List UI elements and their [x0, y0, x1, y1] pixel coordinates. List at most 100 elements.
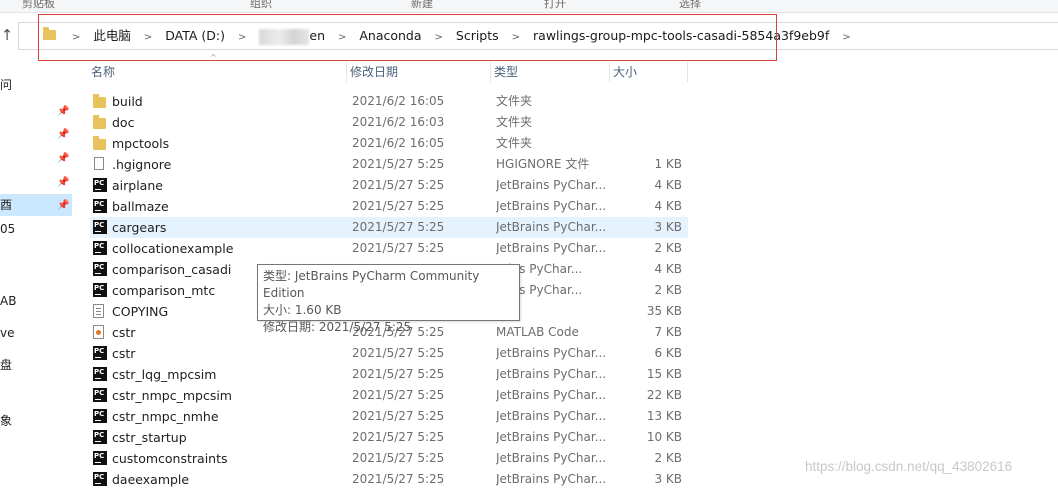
text-file-icon	[93, 304, 104, 318]
file-type: JetBrains PyChar...	[496, 178, 607, 192]
file-row[interactable]: cstr 2021/5/27 5:25 JetBrains PyChar... 6 K…	[90, 341, 688, 364]
pin-icon[interactable]: 📌	[57, 154, 69, 164]
file-list: 名称 修改日期 类型 大小 build 2021/6/2 16:05 文件夹 doc 2…	[88, 62, 1058, 488]
pycharm-file-icon	[93, 194, 107, 215]
file-row[interactable]: ballmaze 2021/5/27 5:25 JetBrains PyChar..…	[90, 194, 688, 217]
nav-item[interactable]: ve	[0, 322, 72, 344]
file-row[interactable]: airplane 2021/5/27 5:25 JetBrains PyChar..…	[90, 173, 688, 196]
pycharm-file-icon	[93, 467, 107, 488]
chevron-right-icon[interactable]: >	[144, 32, 152, 43]
chevron-right-icon[interactable]: >	[842, 32, 850, 43]
file-name: cstr_nmpc_mpcsim	[112, 388, 232, 403]
file-size: 15 KB	[646, 367, 682, 381]
file-modified: 2021/5/27 5:25	[352, 157, 445, 171]
file-modified: 2021/5/27 5:25	[352, 241, 445, 255]
crumb-scripts[interactable]: Scripts	[456, 28, 499, 43]
pin-icon[interactable]: 📌	[57, 178, 69, 188]
crumb-this-pc[interactable]: 此电脑	[93, 28, 131, 43]
file-name: comparison_casadi	[112, 262, 232, 277]
ribbon-group-select: 选择	[679, 0, 701, 10]
tooltip-size: 大小: 1.60 KB	[263, 303, 342, 317]
pycharm-file-icon	[93, 383, 107, 404]
file-row[interactable]: mpctools 2021/6/2 16:05 文件夹	[90, 133, 688, 154]
file-modified: 2021/5/27 5:25	[352, 388, 445, 402]
file-size: 2 KB	[654, 283, 682, 297]
address-row: ↑ > 此电脑 > DATA (D:) > en > Anaconda > Sc…	[0, 20, 1058, 50]
column-header-name[interactable]: 名称	[88, 62, 347, 82]
address-bar[interactable]: > 此电脑 > DATA (D:) > en > Anaconda > Scri…	[18, 22, 1058, 50]
file-type: JetBrains PyChar...	[496, 220, 607, 234]
file-row[interactable]: build 2021/6/2 16:05 文件夹	[90, 91, 688, 112]
file-type: JetBrains PyChar...	[496, 241, 607, 255]
pycharm-file-icon	[93, 404, 107, 425]
file-type: 文件夹	[496, 115, 533, 129]
nav-item[interactable]: 问	[0, 74, 72, 96]
chevron-right-icon[interactable]: >	[72, 32, 80, 43]
file-modified: 2021/5/27 5:25	[352, 430, 445, 444]
chevron-right-icon[interactable]: >	[435, 32, 443, 43]
crumb-anaconda[interactable]: Anaconda	[359, 28, 421, 43]
pin-icon[interactable]: 📌	[57, 201, 69, 211]
file-row[interactable]: doc 2021/6/2 16:03 文件夹	[90, 112, 688, 133]
file-modified: 2021/6/2 16:03	[352, 115, 445, 129]
file-row[interactable]: cstr_nmpc_nmhe 2021/5/27 5:25 JetBrains Py…	[90, 404, 688, 427]
file-name: cstr_nmpc_nmhe	[112, 409, 219, 424]
crumb-redacted-suffix: en	[309, 28, 325, 43]
nav-item-label: 问	[0, 78, 13, 92]
pycharm-file-icon	[93, 215, 107, 236]
crumb-data-drive[interactable]: DATA (D:)	[165, 28, 225, 43]
column-header-modified[interactable]: 修改日期	[347, 62, 491, 82]
file-size: 6 KB	[654, 346, 682, 360]
file-name: doc	[112, 115, 135, 130]
file-size: 4 KB	[654, 199, 682, 213]
pycharm-file-icon	[93, 362, 107, 383]
pin-icon[interactable]: 📌	[57, 107, 69, 117]
file-type: JetBrains PyChar...	[496, 388, 607, 402]
nav-item-label: AB	[0, 294, 17, 308]
sort-caret-icon: ^	[210, 53, 217, 62]
file-size: 7 KB	[654, 325, 682, 339]
folder-icon	[93, 94, 106, 108]
file-name: airplane	[112, 178, 163, 193]
file-size: 3 KB	[654, 220, 682, 234]
file-modified: 2021/6/2 16:05	[352, 94, 445, 108]
chevron-right-icon[interactable]: >	[238, 32, 246, 43]
file-row[interactable]: cstr_lqg_mpcsim 2021/5/27 5:25 JetBrains P…	[90, 362, 688, 385]
file-row[interactable]: cargears 2021/5/27 5:25 JetBrains PyChar..…	[90, 215, 688, 238]
file-row[interactable]: customconstraints 2021/5/27 5:25 JetBrains…	[90, 446, 688, 469]
pycharm-file-icon	[93, 257, 107, 278]
file-size: 10 KB	[646, 430, 682, 444]
file-row[interactable]: .hgignore 2021/5/27 5:25 HGIGNORE 文件 1 KB	[90, 154, 688, 175]
file-name: build	[112, 94, 143, 109]
crumb-redacted[interactable]: en	[259, 28, 325, 45]
file-name: collocationexample	[112, 241, 234, 256]
ribbon-group-open: 打开	[544, 0, 566, 10]
file-row[interactable]: collocationexample 2021/5/27 5:25 JetBrain…	[90, 236, 688, 259]
column-header-type[interactable]: 类型	[491, 62, 610, 82]
nav-item[interactable]: AB	[0, 290, 72, 312]
up-arrow-icon[interactable]: ↑	[0, 26, 14, 44]
ribbon-group-new: 新建	[411, 0, 433, 10]
file-row[interactable]: cstr_nmpc_mpcsim 2021/5/27 5:25 JetBrains …	[90, 383, 688, 406]
nav-item[interactable]: 象	[0, 410, 72, 432]
file-modified: 2021/6/2 16:05	[352, 136, 445, 150]
ribbon-group-clipboard: 剪贴板	[22, 0, 55, 10]
nav-item[interactable]: 盘	[0, 354, 72, 376]
pin-icon[interactable]: 📌	[57, 130, 69, 140]
file-size: 22 KB	[646, 388, 682, 402]
chevron-right-icon[interactable]: >	[512, 32, 520, 43]
file-name: COPYING	[112, 304, 169, 319]
nav-item[interactable]: 05	[0, 218, 72, 240]
file-name: customconstraints	[112, 451, 228, 466]
file-name: comparison_mtc	[112, 283, 216, 298]
file-modified: 2021/5/27 5:25	[352, 409, 445, 423]
redaction-blur	[259, 28, 310, 45]
column-header-size[interactable]: 大小	[610, 62, 688, 82]
folder-icon	[93, 136, 106, 150]
folder-icon	[93, 115, 106, 129]
file-row[interactable]: cstr_startup 2021/5/27 5:25 JetBrains PyCh…	[90, 425, 688, 448]
file-name: cstr_startup	[112, 430, 187, 445]
crumb-current-folder[interactable]: rawlings-group-mpc-tools-casadi-5854a3f9…	[533, 28, 829, 43]
chevron-right-icon[interactable]: >	[338, 32, 346, 43]
file-name: mpctools	[112, 136, 170, 151]
